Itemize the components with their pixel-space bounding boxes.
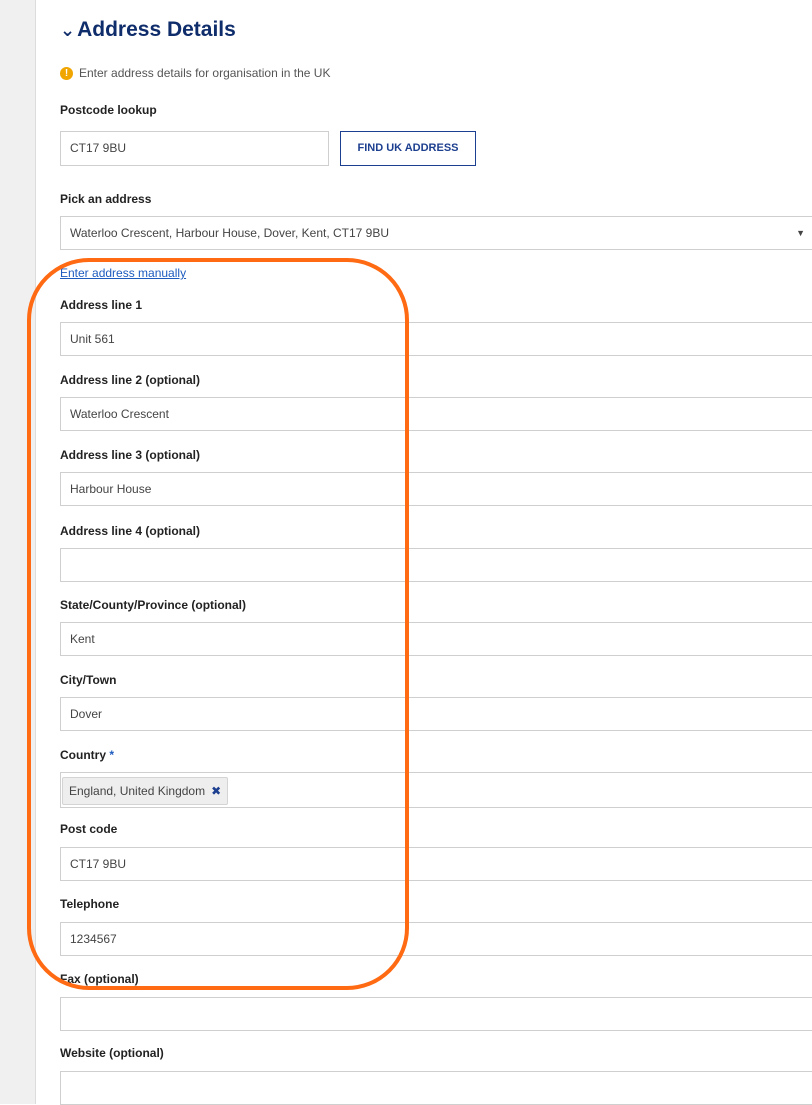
left-rail [0,0,36,1104]
state-county-province-label: State/County/Province (optional) [60,598,247,612]
info-text: Enter address details for organisation i… [79,66,331,80]
telephone-label: Telephone [60,897,120,911]
state-county-province-input[interactable]: Kent [60,622,812,656]
website-input[interactable] [60,1071,812,1105]
country-tag: England, United Kingdom ✖ [62,777,229,805]
warning-icon: ! [60,66,73,80]
address-line-3-label: Address line 3 (optional) [60,448,201,462]
country-tag-label: England, United Kingdom [69,784,206,798]
info-message: ! Enter address details for organisation… [60,66,330,80]
post-code-label: Post code [60,822,118,836]
country-label: Country * [60,748,114,762]
post-code-input[interactable]: CT17 9BU [60,847,812,881]
enter-address-manually-link[interactable]: Enter address manually [60,266,186,280]
fax-label: Fax (optional) [60,972,139,986]
city-town-input[interactable]: Dover [60,697,812,731]
website-label: Website (optional) [60,1046,164,1060]
country-label-text: Country [60,748,106,762]
address-line-1-input[interactable]: Unit 561 [60,322,812,356]
section-header[interactable]: ⌄ Address Details [60,18,236,42]
dropdown-arrow-icon[interactable]: ▼ [796,217,805,249]
country-select[interactable]: England, United Kingdom ✖ [60,772,812,808]
postcode-lookup-label: Postcode lookup [60,103,157,117]
telephone-input[interactable]: 1234567 [60,922,812,956]
address-line-2-input[interactable]: Waterloo Crescent [60,397,812,431]
section-title: Address Details [77,18,236,41]
postcode-lookup-input[interactable]: CT17 9BU [60,131,329,166]
chevron-down-icon[interactable]: ⌄ [60,20,75,41]
remove-tag-icon[interactable]: ✖ [211,779,221,803]
fax-input[interactable] [60,997,812,1031]
address-line-4-label: Address line 4 (optional) [60,524,201,538]
address-line-2-label: Address line 2 (optional) [60,373,201,387]
pick-address-select[interactable]: Waterloo Crescent, Harbour House, Dover,… [60,216,812,250]
find-uk-address-button[interactable]: FIND UK ADDRESS [340,131,476,166]
address-line-1-label: Address line 1 [60,298,143,312]
required-marker: * [109,748,115,762]
pick-address-label: Pick an address [60,192,152,206]
city-town-label: City/Town [60,673,117,687]
address-line-4-input[interactable] [60,548,812,582]
pick-address-value: Waterloo Crescent, Harbour House, Dover,… [70,226,390,240]
address-line-3-input[interactable]: Harbour House [60,472,812,506]
